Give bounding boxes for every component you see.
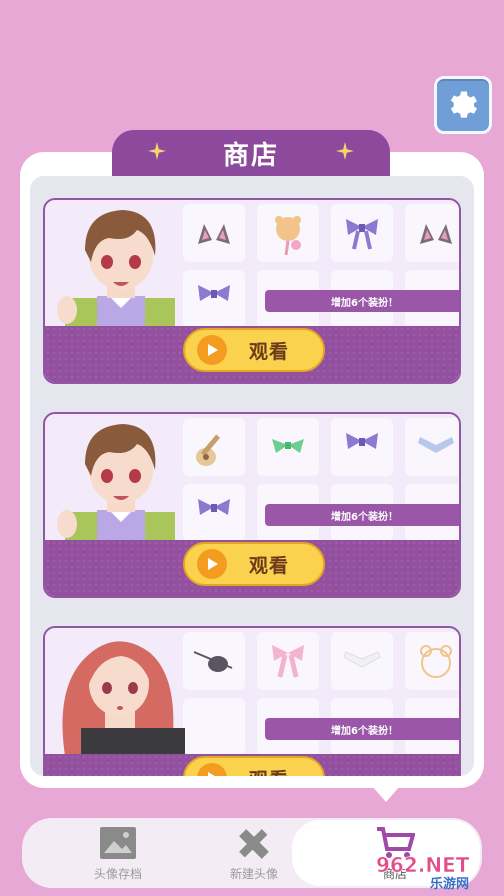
nav-item-new-avatar[interactable]: 新建头像 (214, 818, 294, 888)
gear-icon (450, 91, 477, 118)
item-slot (257, 204, 319, 262)
sparkle-icon (336, 142, 354, 160)
item-slot (331, 204, 393, 262)
item-slot (257, 632, 319, 690)
bear-wand-icon (275, 216, 301, 255)
reward-banner: 增加6个装扮！ (265, 290, 459, 312)
avatar-boy (57, 424, 175, 542)
collar-icon (343, 651, 381, 668)
item-slot (183, 698, 245, 756)
item-slot (405, 204, 459, 262)
watch-ad-button[interactable]: 观看 (183, 542, 325, 586)
item-slot (257, 418, 319, 476)
eyepatch-icon (193, 651, 233, 672)
pencil-ruler-icon (239, 828, 269, 859)
sparkle-icon (148, 142, 166, 160)
avatar-girl (62, 641, 185, 756)
svg-text:962.NET: 962.NET (376, 853, 470, 877)
bow-icon (346, 433, 378, 449)
svg-text:乐游网: 乐游网 (430, 876, 469, 892)
bow-icon (198, 499, 230, 515)
item-slot (331, 632, 393, 690)
bow-icon (346, 219, 378, 250)
item-slot (183, 484, 245, 542)
green-bow-icon (272, 439, 304, 453)
bow-icon (198, 285, 230, 301)
play-icon (197, 763, 227, 776)
reward-banner: 增加6个装扮！ (265, 718, 459, 740)
pink-bow-icon (272, 645, 304, 678)
watch-ad-button[interactable]: 观看 (183, 328, 325, 372)
shop-card: 增加6个装扮！ 观看 (43, 412, 461, 598)
item-slot (331, 418, 393, 476)
cat-ears-icon (420, 224, 452, 244)
item-slot (183, 270, 245, 328)
item-slot (183, 632, 245, 690)
item-slot (405, 418, 459, 476)
settings-button[interactable] (434, 76, 492, 134)
watermark-logo: 962.NET 乐游网 (376, 853, 470, 892)
shop-list[interactable]: 增加6个装扮！ 观看 增加6个装扮！ 观看 增加6个装扮！ (30, 176, 474, 776)
shop-card: 增加6个装扮！ 观看 (43, 198, 461, 384)
bear-badge-icon (420, 645, 452, 678)
item-slot (183, 204, 245, 262)
page-title-text: 商店 (222, 140, 279, 171)
play-icon (197, 549, 227, 579)
page-title: 商店 (112, 130, 390, 176)
reward-banner: 增加6个装扮！ (265, 504, 459, 526)
item-slot (405, 632, 459, 690)
panel-pointer (372, 786, 400, 802)
cat-ears-icon (198, 224, 230, 244)
watch-ad-button[interactable]: 观看 (183, 756, 325, 776)
avatar-boy (57, 210, 175, 328)
guitar-icon (196, 434, 221, 466)
item-slot (183, 418, 245, 476)
shop-panel: 增加6个装扮！ 观看 增加6个装扮！ 观看 增加6个装扮！ (20, 152, 484, 788)
nav-item-avatar-archive[interactable]: 头像存档 (78, 818, 158, 888)
shop-card: 增加6个装扮！ 观看 (43, 626, 461, 776)
image-icon (100, 826, 136, 859)
collar-icon (418, 437, 454, 453)
play-icon (197, 335, 227, 365)
